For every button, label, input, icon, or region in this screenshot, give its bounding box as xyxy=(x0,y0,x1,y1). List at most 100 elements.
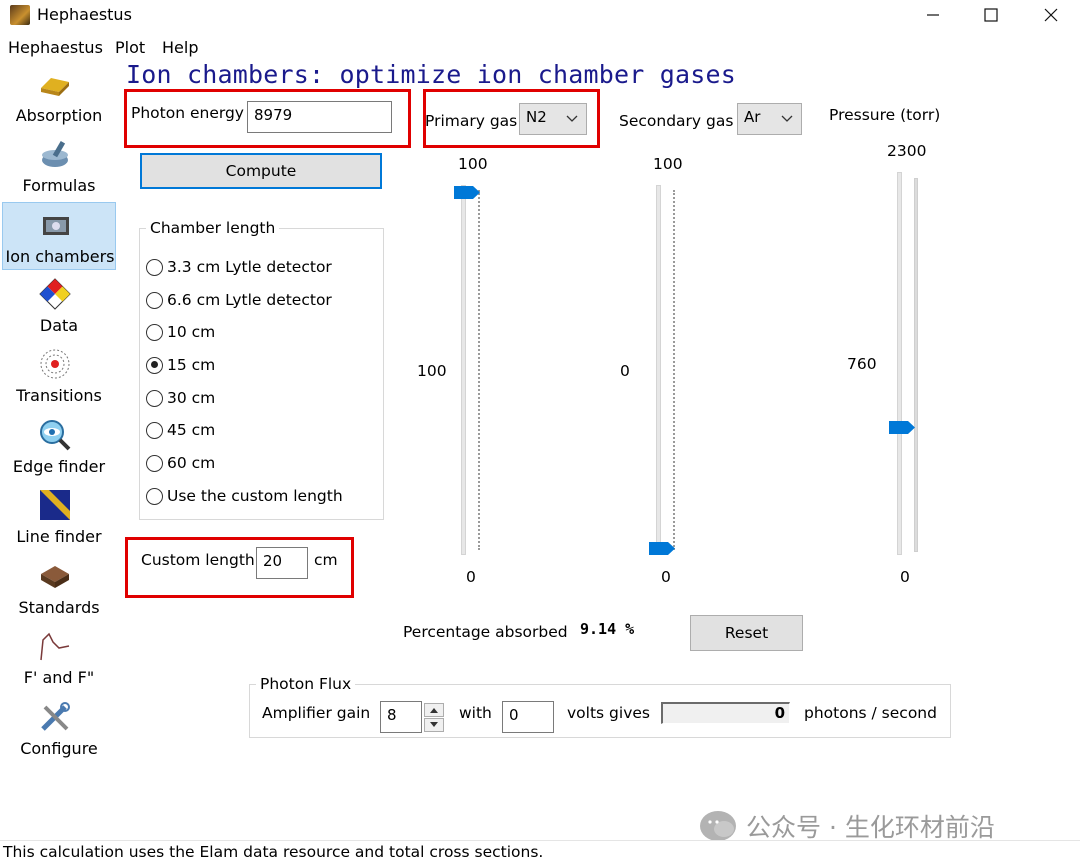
secondary-slider-thumb[interactable] xyxy=(649,542,675,555)
radio-label: 30 cm xyxy=(167,389,216,407)
page-title: Ion chambers: optimize ion chamber gases xyxy=(126,60,737,89)
with-label: with xyxy=(459,704,492,722)
photon-energy-label: Photon energy xyxy=(131,104,244,122)
radio-label: 6.6 cm Lytle detector xyxy=(167,291,332,309)
secondary-slider-value: 0 xyxy=(620,362,630,380)
sidebar-item-edge-finder[interactable]: Edge finder xyxy=(2,413,116,481)
secondary-gas-label: Secondary gas xyxy=(619,112,734,130)
gain-decrement-button[interactable] xyxy=(424,718,444,732)
app-icon xyxy=(10,5,30,25)
radio-label: Use the custom length xyxy=(167,487,343,505)
menu-plot[interactable]: Plot xyxy=(115,38,145,57)
menu-help[interactable]: Help xyxy=(162,38,198,57)
chamber-length-option[interactable]: 15 cm xyxy=(146,353,215,377)
custom-length-label: Custom length xyxy=(141,551,255,569)
sidebar-item-formulas[interactable]: Formulas xyxy=(2,132,116,200)
radio-button[interactable] xyxy=(146,291,163,309)
reset-button[interactable]: Reset xyxy=(690,615,803,651)
photon-flux-title: Photon Flux xyxy=(256,675,356,693)
secondary-gas-select[interactable]: Ar xyxy=(737,103,802,135)
primary-gas-label: Primary gas xyxy=(425,112,518,130)
volts-input[interactable]: 0 xyxy=(502,701,554,733)
sidebar-item-f-prime[interactable]: F' and F" xyxy=(2,624,116,692)
wechat-icon xyxy=(700,811,736,841)
magnifier-eye-icon xyxy=(40,420,71,451)
sidebar-item-data[interactable]: Data xyxy=(2,272,116,340)
sidebar-item-standards[interactable]: Standards xyxy=(2,554,116,622)
chamber-length-option[interactable]: 60 cm xyxy=(146,451,215,475)
atom-icon xyxy=(40,349,70,379)
window-title: Hephaestus xyxy=(37,5,132,24)
primary-slider-ticks xyxy=(478,190,482,550)
sidebar-item-configure[interactable]: Configure xyxy=(2,695,116,763)
sample-box-icon xyxy=(41,566,69,588)
pressure-slider-max: 2300 xyxy=(887,142,927,160)
pressure-label: Pressure (torr) xyxy=(829,106,941,124)
chamber-length-option[interactable]: 10 cm xyxy=(146,320,215,344)
sidebar-item-transitions[interactable]: Transitions xyxy=(2,342,116,410)
sidebar-item-ion-chambers[interactable]: Ion chambers xyxy=(2,202,116,270)
gain-increment-button[interactable] xyxy=(424,703,444,717)
radio-label: 15 cm xyxy=(167,356,216,374)
photons-output: 0 xyxy=(661,702,790,724)
photons-per-second-label: photons / second xyxy=(804,704,937,722)
minimize-icon xyxy=(927,14,939,16)
primary-slider-thumb[interactable] xyxy=(454,186,480,199)
radio-button[interactable] xyxy=(146,487,163,505)
menu-hephaestus[interactable]: Hephaestus xyxy=(8,38,103,57)
custom-length-unit: cm xyxy=(314,551,338,569)
pressure-slider-tick-rail xyxy=(914,178,918,552)
radio-button[interactable] xyxy=(146,258,163,276)
minimize-button[interactable] xyxy=(906,0,960,30)
radio-button[interactable] xyxy=(146,323,163,341)
sidebar-item-absorption[interactable]: Absorption xyxy=(2,62,116,130)
radio-label: 45 cm xyxy=(167,421,216,439)
watermark-text: 公众号 · 生化环材前沿 xyxy=(746,813,995,842)
status-text: This calculation uses the Elam data reso… xyxy=(3,843,544,861)
chamber-length-option[interactable]: Use the custom length xyxy=(146,484,343,508)
maximize-button[interactable] xyxy=(964,0,1018,30)
amplifier-gain-label: Amplifier gain xyxy=(262,704,371,722)
primary-slider-min: 0 xyxy=(466,568,476,586)
hazard-diamond-icon xyxy=(39,278,71,310)
percentage-absorbed-value: 9.14 % xyxy=(580,620,635,638)
primary-slider-value: 100 xyxy=(417,362,447,380)
photon-energy-input[interactable]: 8979 xyxy=(247,101,392,133)
secondary-slider-ticks xyxy=(673,190,677,550)
primary-gas-select[interactable]: N2 xyxy=(519,103,587,135)
chevron-down-icon xyxy=(781,115,793,122)
primary-slider-track[interactable] xyxy=(461,185,466,555)
pressure-slider-value: 760 xyxy=(847,355,877,373)
radio-button[interactable] xyxy=(146,356,163,374)
radio-button[interactable] xyxy=(146,421,163,439)
tools-icon xyxy=(41,702,70,731)
close-button[interactable] xyxy=(1024,0,1078,30)
chamber-length-option[interactable]: 6.6 cm Lytle detector xyxy=(146,288,332,312)
primary-slider-max: 100 xyxy=(458,155,488,173)
close-icon xyxy=(1044,8,1058,22)
watermark: 公众号 · 生化环材前沿 xyxy=(700,808,995,844)
curve-icon xyxy=(40,632,70,661)
radio-label: 10 cm xyxy=(167,323,216,341)
radio-label: 3.3 cm Lytle detector xyxy=(167,258,332,276)
custom-length-input[interactable]: 20 xyxy=(256,547,308,579)
pressure-slider-track[interactable] xyxy=(897,172,902,555)
chevron-down-icon xyxy=(566,115,578,122)
maximize-icon xyxy=(984,8,998,22)
radio-button[interactable] xyxy=(146,454,163,472)
volts-gives-label: volts gives xyxy=(567,704,650,722)
pressure-slider-thumb[interactable] xyxy=(889,420,915,434)
sidebar-item-line-finder[interactable]: Line finder xyxy=(2,483,116,551)
secondary-slider-track[interactable] xyxy=(656,185,661,555)
compute-button[interactable]: Compute xyxy=(140,153,382,189)
chamber-length-title: Chamber length xyxy=(146,219,280,237)
radio-button[interactable] xyxy=(146,389,163,407)
chamber-length-option[interactable]: 30 cm xyxy=(146,386,215,410)
ion-chamber-icon xyxy=(43,217,69,235)
amplifier-gain-input[interactable]: 8 xyxy=(380,701,422,733)
chevron-up-icon xyxy=(430,708,438,713)
chamber-length-option[interactable]: 45 cm xyxy=(146,418,215,442)
ruler-icon xyxy=(40,490,70,520)
percentage-absorbed-label: Percentage absorbed xyxy=(403,623,568,641)
chamber-length-option[interactable]: 3.3 cm Lytle detector xyxy=(146,255,332,279)
